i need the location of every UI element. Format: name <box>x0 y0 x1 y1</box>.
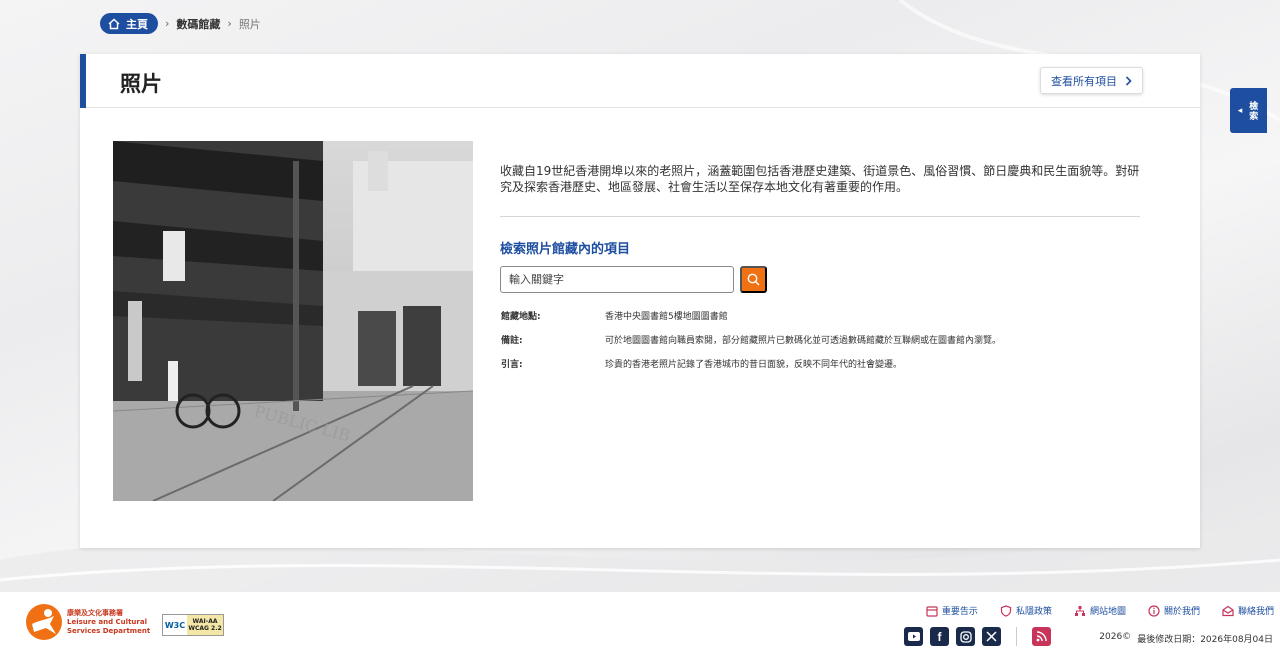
street-photo-illustration: PUBLIC LIB <box>113 141 473 501</box>
wcag-badge[interactable]: W3C WAI-AA WCAG 2.2 <box>162 614 224 636</box>
info-label: 引言: <box>501 360 523 370</box>
rss-icon[interactable] <box>1032 627 1051 646</box>
collection-photo: PUBLIC LIB <box>113 141 473 501</box>
logo-text: 康樂及文化事務署 Leisure and Cultural Services D… <box>67 609 150 636</box>
chevron-right-icon: › <box>165 17 170 30</box>
caret-left-icon: ◂ <box>1237 105 1243 116</box>
info-row-location: 館藏地點: 香港中央圖書館5樓地圖圖書館 <box>501 309 728 322</box>
copyright: 2026© <box>1099 632 1132 642</box>
search-input[interactable] <box>500 266 734 293</box>
social-divider <box>1016 627 1017 646</box>
footer-link-about[interactable]: 關於我們 <box>1148 604 1200 617</box>
footer-links: 重要告示 私隱政策 網站地圖 關於我們 聯絡我們 <box>926 604 1274 617</box>
sitemap-icon <box>1074 605 1085 616</box>
card-header: 照片 查看所有項目 <box>80 54 1200 108</box>
shield-icon <box>1000 604 1012 617</box>
collection-card: 照片 查看所有項目 PUBLIC LIB 收藏自19世紀香港開埠以來的老照片，涵… <box>80 54 1200 548</box>
info-label: 備註: <box>501 336 523 346</box>
lcsd-logo[interactable]: 康樂及文化事務署 Leisure and Cultural Services D… <box>24 602 150 642</box>
info-value: 珍貴的香港老照片記錄了香港城市的昔日面貌，反映不同年代的社會變遷。 <box>605 360 903 370</box>
footer-link-notices[interactable]: 重要告示 <box>926 604 978 617</box>
info-label: 館藏地點: <box>501 312 541 322</box>
info-value: 可於地圖圖書館向職員索閱，部分館藏照片已數碼化並可透過數碼館藏於互聯網或在圖書館… <box>605 336 1002 346</box>
title-accent-bar <box>80 54 86 108</box>
breadcrumb-home[interactable]: 主頁 <box>100 13 158 34</box>
footer-link-label: 私隱政策 <box>1015 607 1052 617</box>
search-button[interactable] <box>740 266 767 293</box>
breadcrumb-home-label: 主頁 <box>126 17 148 31</box>
page-title: 照片 <box>120 72 162 96</box>
info-icon <box>1148 604 1160 617</box>
wcag-level: WAI-AA <box>192 618 218 625</box>
instagram-icon[interactable] <box>956 627 975 646</box>
logo-text-en-2: Services Department <box>67 626 151 635</box>
facebook-icon[interactable]: f <box>930 627 949 646</box>
breadcrumb-current: 照片 <box>238 17 261 31</box>
collection-description: 收藏自19世紀香港開埠以來的老照片，涵蓋範圍包括香港歷史建築、街道景色、風俗習慣… <box>500 164 1140 194</box>
footer-link-label: 網站地圖 <box>1089 607 1126 617</box>
info-row-remarks: 備註: 可於地圖圖書館向職員索閱，部分館藏照片已數碼化並可透過數碼館藏於互聯網或… <box>501 333 1001 346</box>
footer: 康樂及文化事務署 Leisure and Cultural Services D… <box>0 592 1280 658</box>
social-links: f <box>904 627 1051 646</box>
calendar-icon <box>926 605 938 617</box>
view-all-label: 查看所有項目 <box>1051 74 1117 88</box>
home-icon <box>108 18 120 29</box>
chevron-right-icon: › <box>227 17 232 30</box>
footer-link-label: 聯絡我們 <box>1237 607 1274 617</box>
mail-icon <box>1222 605 1234 616</box>
last-updated: 2026© 最後修改日期：2026年08月04日 <box>1099 632 1273 645</box>
youtube-icon[interactable] <box>904 627 923 646</box>
chevron-right-icon <box>1125 75 1132 86</box>
search-side-tab[interactable]: ◂ 檢索 <box>1230 88 1267 133</box>
logo-text-cn: 康樂及文化事務署 <box>67 608 123 617</box>
x-twitter-icon[interactable] <box>982 627 1001 646</box>
footer-link-contact[interactable]: 聯絡我們 <box>1222 604 1274 617</box>
logo-text-en-1: Leisure and Cultural <box>67 617 147 626</box>
footer-link-label: 關於我們 <box>1163 607 1200 617</box>
divider <box>500 216 1140 217</box>
search-icon <box>747 273 760 286</box>
info-value: 香港中央圖書館5樓地圖圖書館 <box>605 312 728 322</box>
footer-link-label: 重要告示 <box>941 607 978 617</box>
breadcrumb: 主頁 › 數碼館藏 › 照片 <box>100 13 261 34</box>
side-tab-label: 檢索 <box>1247 100 1258 121</box>
view-all-button[interactable]: 查看所有項目 <box>1040 67 1143 94</box>
info-row-quote: 引言: 珍貴的香港老照片記錄了香港城市的昔日面貌，反映不同年代的社會變遷。 <box>501 357 902 370</box>
lcsd-logo-icon <box>26 604 62 640</box>
footer-link-sitemap[interactable]: 網站地圖 <box>1074 604 1126 617</box>
breadcrumb-section[interactable]: 數碼館藏 <box>176 16 220 32</box>
w3c-label: W3C <box>164 620 186 630</box>
search-heading: 檢索照片館藏內的項目 <box>500 242 631 257</box>
footer-link-privacy[interactable]: 私隱政策 <box>1000 604 1052 617</box>
wcag-version: WCAG 2.2 <box>188 625 222 632</box>
last-updated-date: 最後修改日期：2026年08月04日 <box>1137 635 1273 645</box>
